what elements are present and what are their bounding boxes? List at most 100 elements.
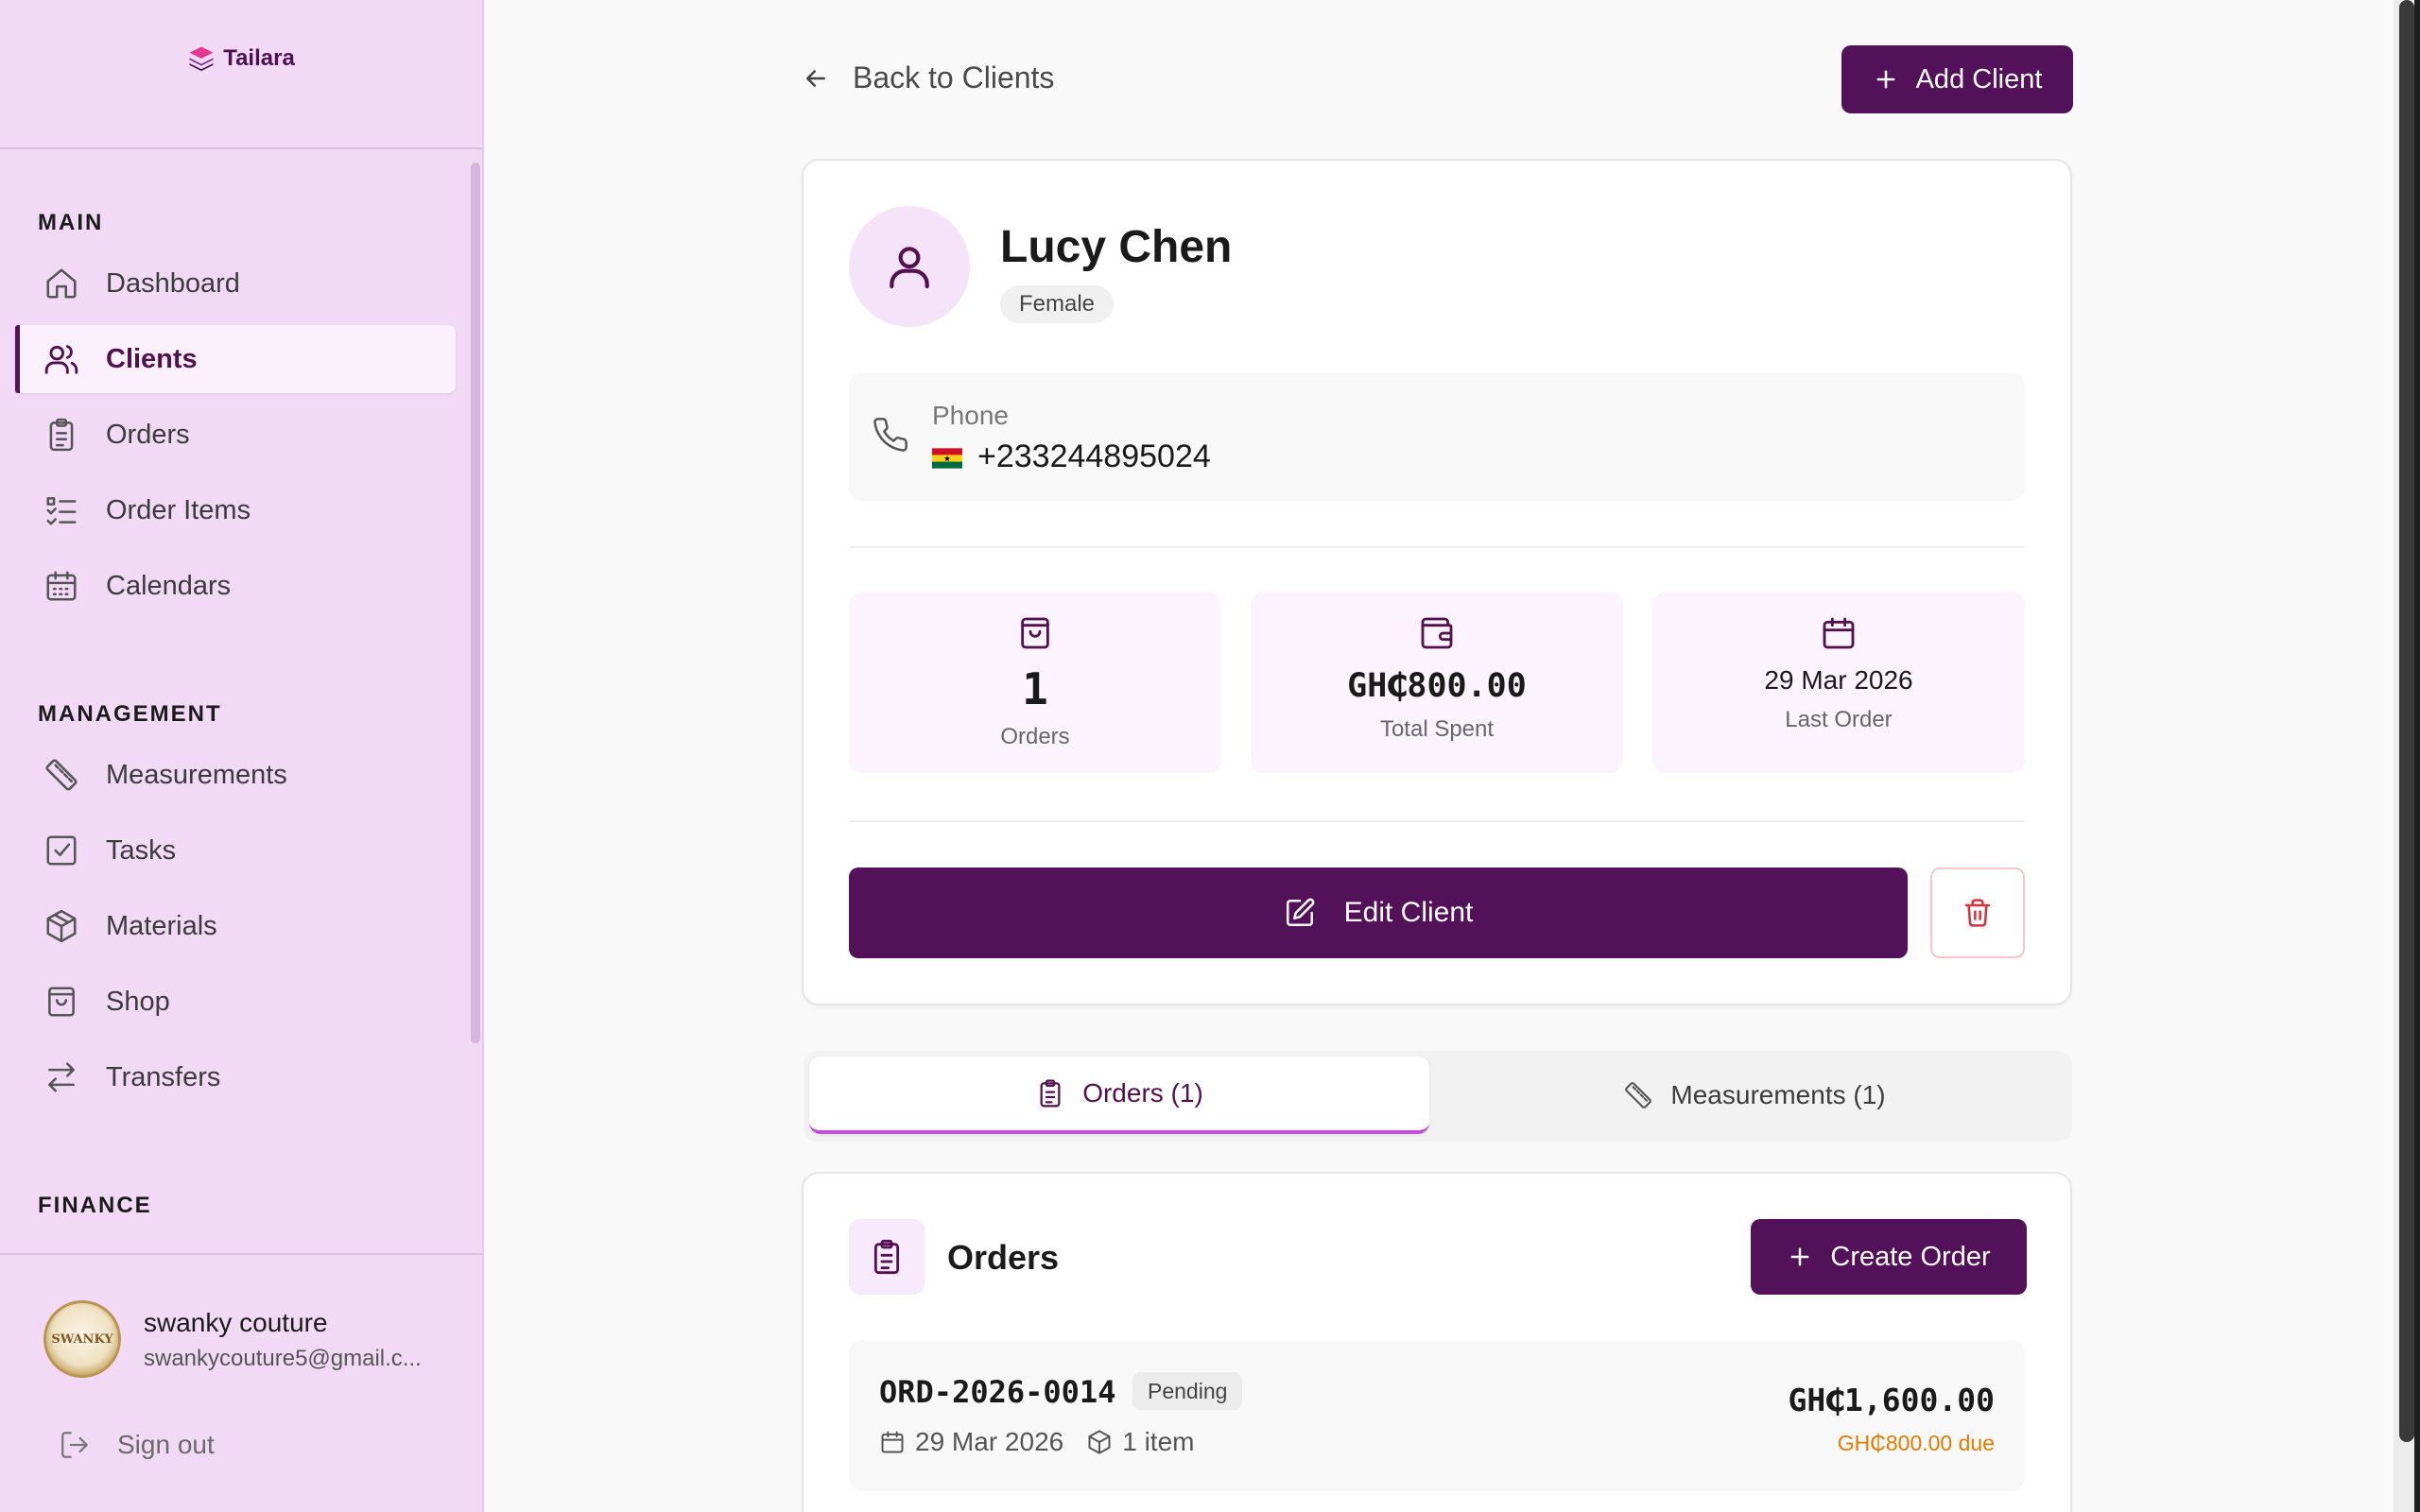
brand-logo[interactable]: Tailara [0,0,482,149]
last-order-label: Last Order [1785,707,1893,732]
user-email: swankycouture5@gmail.c... [144,1346,422,1371]
box-icon [46,909,77,943]
status-badge: Pending [1132,1372,1243,1410]
sidebar-item-label: Transfers [106,1061,221,1092]
last-order-date: 29 Mar 2026 [1764,665,1913,695]
sidebar-item-measurements[interactable]: Measurements [15,741,456,809]
sign-out-button[interactable]: Sign out [59,1429,215,1461]
clipboard-icon [1040,1079,1061,1108]
page-scrollbar-thumb[interactable] [2399,0,2414,1442]
calendar-icon [46,571,77,601]
ruler-icon [45,759,78,791]
edit-client-label: Edit Client [1343,897,1474,928]
user-name: swanky couture [144,1308,328,1337]
table-row[interactable]: ORD-2026-0014 Pending 29 Mar 2026 1 item… [849,1340,2025,1491]
tab-orders-label: Orders (1) [1082,1078,1203,1108]
sidebar-item-orders[interactable]: Orders [15,401,456,469]
ruler-icon [1625,1082,1652,1108]
sidebar-item-calendars[interactable]: Calendars [15,552,456,620]
total-spent-value: GH₵800.00 [1347,667,1527,705]
phone-info: Phone +233244895024 [849,372,2025,501]
phone-icon [873,418,908,452]
sidebar-nav: MAIN Dashboard Clients Orders Order Item… [0,151,482,1253]
calendar-icon [1823,617,1855,649]
section-title-main: MAIN [38,210,104,235]
layers-logo-icon [189,46,214,72]
sidebar: Tailara MAIN Dashboard Clients Orders Or… [0,0,484,1512]
arrows-swap-icon [48,1062,75,1092]
box-icon [1088,1430,1111,1454]
user-profile: SWANKY swanky couture swankycouture5@gma… [0,1253,482,1512]
shopping-bag-icon [1021,617,1049,649]
add-client-button[interactable]: Add Client [1841,45,2073,113]
sidebar-item-label: Order Items [106,494,251,525]
edit-client-button[interactable]: Edit Client [849,868,1908,958]
sidebar-item-order-items[interactable]: Order Items [15,476,456,544]
client-avatar [849,206,970,327]
check-square-icon [46,835,77,866]
orders-icon-box [849,1219,925,1295]
arrow-left-icon [806,69,825,87]
order-id: ORD-2026-0014 [879,1374,1116,1410]
wallet-icon [1421,617,1453,649]
phone-number[interactable]: +233244895024 [977,438,1211,475]
total-spent-label: Total Spent [1379,716,1495,742]
sidebar-scrollbar-thumb[interactable] [471,163,480,1043]
section-title-management: MANAGEMENT [38,701,222,727]
avatar-text: SWANKY [51,1332,113,1347]
create-order-button[interactable]: Create Order [1751,1219,2027,1295]
sidebar-item-label: Measurements [106,759,287,790]
trash-icon [1964,899,1991,927]
plus-icon [1790,1247,1809,1266]
tab-measurements[interactable]: Measurements (1) [1443,1057,2066,1134]
window-edge [2414,0,2420,1512]
sidebar-item-dashboard[interactable]: Dashboard [15,249,456,318]
sidebar-item-transfers[interactable]: Transfers [15,1043,456,1111]
users-icon [44,345,78,374]
order-item-count: 1 item [1122,1427,1195,1456]
add-client-label: Add Client [1915,63,2043,94]
sidebar-item-tasks[interactable]: Tasks [15,816,456,885]
logout-icon [61,1432,88,1458]
plus-icon [1876,70,1895,89]
clipboard-icon [49,418,74,452]
brand-name: Tailara [223,45,295,71]
gender-badge: Female [1000,285,1115,323]
phone-label: Phone [932,401,1009,430]
sidebar-item-materials[interactable]: Materials [15,892,456,960]
section-title-finance: FINANCE [38,1193,152,1218]
sidebar-item-clients[interactable]: Clients [15,325,456,393]
divider [849,820,2025,822]
user-icon [890,247,929,289]
shopping-bag-icon [48,987,75,1017]
client-tabs: Orders (1) Measurements (1) [804,1051,2072,1142]
create-order-label: Create Order [1830,1241,1991,1272]
sidebar-item-label: Tasks [106,834,177,866]
back-to-clients-link[interactable]: Back to Clients [802,60,1054,95]
home-icon [46,268,77,299]
stat-last-order: 29 Mar 2026 Last Order [1652,592,2025,773]
stat-orders: 1 Orders [849,592,1221,773]
calendar-icon [881,1431,904,1453]
orders-card: Orders Create Order ORD-2026-0014 Pendin… [802,1172,2072,1512]
sidebar-item-label: Orders [106,419,190,450]
sidebar-scrollbar[interactable] [469,163,482,1043]
tab-orders[interactable]: Orders (1) [809,1057,1429,1134]
stat-total-spent: GH₵800.00 Total Spent [1251,592,1623,773]
sidebar-item-label: Shop [106,986,170,1017]
order-total: GH₵1,600.00 [1788,1382,1995,1418]
edit-icon [1286,898,1315,927]
avatar[interactable]: SWANKY [43,1300,121,1378]
sidebar-item-label: Clients [106,343,198,374]
sidebar-item-label: Calendars [106,570,232,601]
page-scrollbar[interactable] [2394,0,2420,1512]
ghana-flag-icon [932,448,962,469]
order-meta: 29 Mar 2026 1 item [879,1427,1194,1457]
order-date: 29 Mar 2026 [915,1427,1064,1456]
delete-client-button[interactable] [1930,868,2025,958]
sidebar-item-shop[interactable]: Shop [15,968,456,1036]
tab-measurements-label: Measurements (1) [1670,1080,1886,1109]
list-check-icon [46,497,77,525]
orders-label: Orders [1000,724,1070,749]
back-label: Back to Clients [853,60,1055,94]
